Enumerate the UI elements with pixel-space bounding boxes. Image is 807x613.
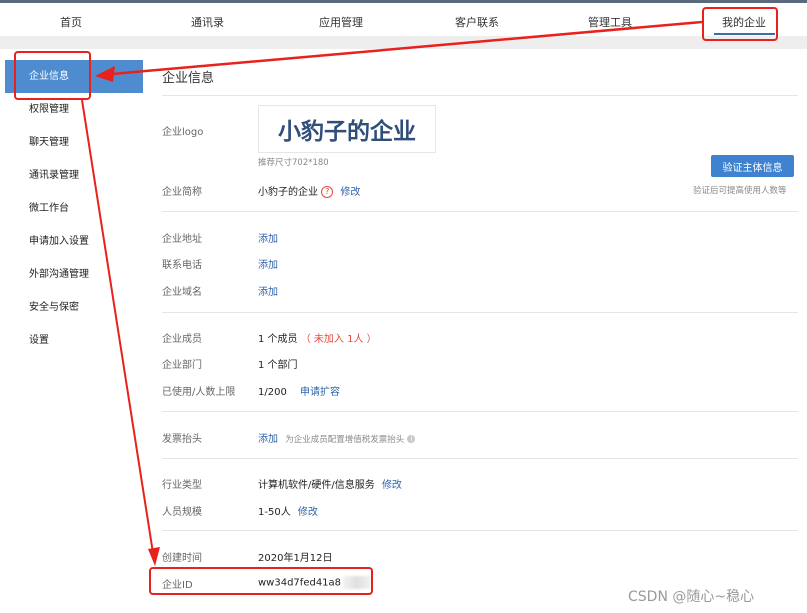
apply-expansion-link[interactable]: 申请扩容 (300, 387, 340, 398)
nav-management-tools[interactable]: 管理工具 (588, 14, 632, 30)
short-name-value: 小豹子的企业 (258, 187, 318, 198)
edit-staff-size-link[interactable]: 修改 (298, 507, 318, 518)
sidebar-item-external-communication[interactable]: 外部沟通管理 (5, 258, 143, 291)
staff-size-value: 1-50人 (258, 507, 291, 518)
add-invoice-link[interactable]: 添加 (258, 434, 278, 445)
watermark: CSDN @随心~稳心 (628, 589, 755, 605)
short-name-label: 企业简称 (162, 187, 202, 198)
industry-label: 行业类型 (162, 480, 202, 491)
divider (162, 312, 798, 313)
phone-label: 联系电话 (162, 260, 202, 271)
add-phone-link[interactable]: 添加 (258, 256, 278, 271)
short-name-row: 小豹子的企业 ? 修改 (258, 183, 360, 198)
domain-label: 企业域名 (162, 287, 202, 298)
nav-contacts[interactable]: 通讯录 (191, 14, 224, 30)
sidebar-item-contacts-management[interactable]: 通讯录管理 (5, 159, 143, 192)
sidebar-item-security[interactable]: 安全与保密 (5, 291, 143, 324)
edit-industry-link[interactable]: 修改 (382, 480, 402, 491)
logo-label: 企业logo (162, 127, 204, 138)
sidebar-item-settings[interactable]: 设置 (5, 324, 143, 357)
annotation-box-corp-id (149, 567, 373, 595)
invoice-hint: 为企业成员配置增值税发票抬头 (285, 435, 405, 445)
staff-size-label: 人员规模 (162, 507, 202, 518)
industry-row: 计算机软件/硬件/信息服务 修改 (258, 476, 402, 491)
divider (162, 458, 798, 459)
top-navigation: 首页 通讯录 应用管理 客户联系 管理工具 我的企业 (0, 0, 807, 37)
annotation-box-my-company (702, 7, 778, 41)
info-icon: i (407, 435, 416, 443)
nav-customer-contact[interactable]: 客户联系 (455, 14, 499, 30)
industry-value: 计算机软件/硬件/信息服务 (258, 480, 375, 491)
members-label: 企业成员 (162, 334, 202, 345)
company-logo[interactable]: 小豹子的企业 (258, 105, 436, 153)
departments-label: 企业部门 (162, 360, 202, 371)
logo-text: 小豹子的企业 (278, 119, 416, 145)
annotation-box-company-info (14, 51, 91, 100)
member-limit-value: 1/200 (258, 387, 287, 398)
company-info-panel: 企业信息 企业logo 小豹子的企业 推荐尺寸702*180 验证主体信息 验证… (146, 49, 807, 613)
unjoined-members[interactable]: （ 未加入 1人 ） (301, 334, 377, 345)
edit-short-name-link[interactable]: 修改 (340, 187, 360, 198)
verify-hint: 验证后可提高使用人数等 (693, 186, 787, 196)
sidebar-item-workbench[interactable]: 微工作台 (5, 192, 143, 225)
nav-app-management[interactable]: 应用管理 (319, 14, 363, 30)
members-value: 1 个成员 (258, 334, 298, 345)
sidebar-item-join-settings[interactable]: 申请加入设置 (5, 225, 143, 258)
sidebar: 企业信息 权限管理 聊天管理 通讯录管理 微工作台 申请加入设置 外部沟通管理 … (5, 57, 144, 613)
nav-home[interactable]: 首页 (60, 14, 82, 30)
invoice-row: 添加 为企业成员配置增值税发票抬头 i (258, 430, 416, 445)
logo-size-hint: 推荐尺寸702*180 (258, 158, 329, 168)
address-label: 企业地址 (162, 234, 202, 245)
created-value: 2020年1月12日 (258, 553, 333, 564)
member-limit-row: 1/200 申请扩容 (258, 383, 340, 398)
divider (162, 211, 798, 212)
divider (162, 411, 798, 412)
help-icon[interactable]: ? (321, 186, 334, 198)
staff-size-row: 1-50人 修改 (258, 503, 318, 518)
departments-value: 1 个部门 (258, 360, 298, 371)
invoice-label: 发票抬头 (162, 434, 202, 445)
top-accent-line (0, 0, 807, 3)
created-label: 创建时间 (162, 553, 202, 564)
verify-entity-button[interactable]: 验证主体信息 (711, 155, 794, 177)
sidebar-item-chat-management[interactable]: 聊天管理 (5, 126, 143, 159)
members-row: 1 个成员 （ 未加入 1人 ） (258, 330, 377, 345)
add-address-link[interactable]: 添加 (258, 230, 278, 245)
divider (162, 530, 798, 531)
member-limit-label: 已使用/人数上限 (162, 387, 236, 398)
add-domain-link[interactable]: 添加 (258, 283, 278, 298)
divider (162, 95, 798, 96)
nav-divider-bar (0, 36, 807, 49)
page-title: 企业信息 (162, 71, 215, 86)
